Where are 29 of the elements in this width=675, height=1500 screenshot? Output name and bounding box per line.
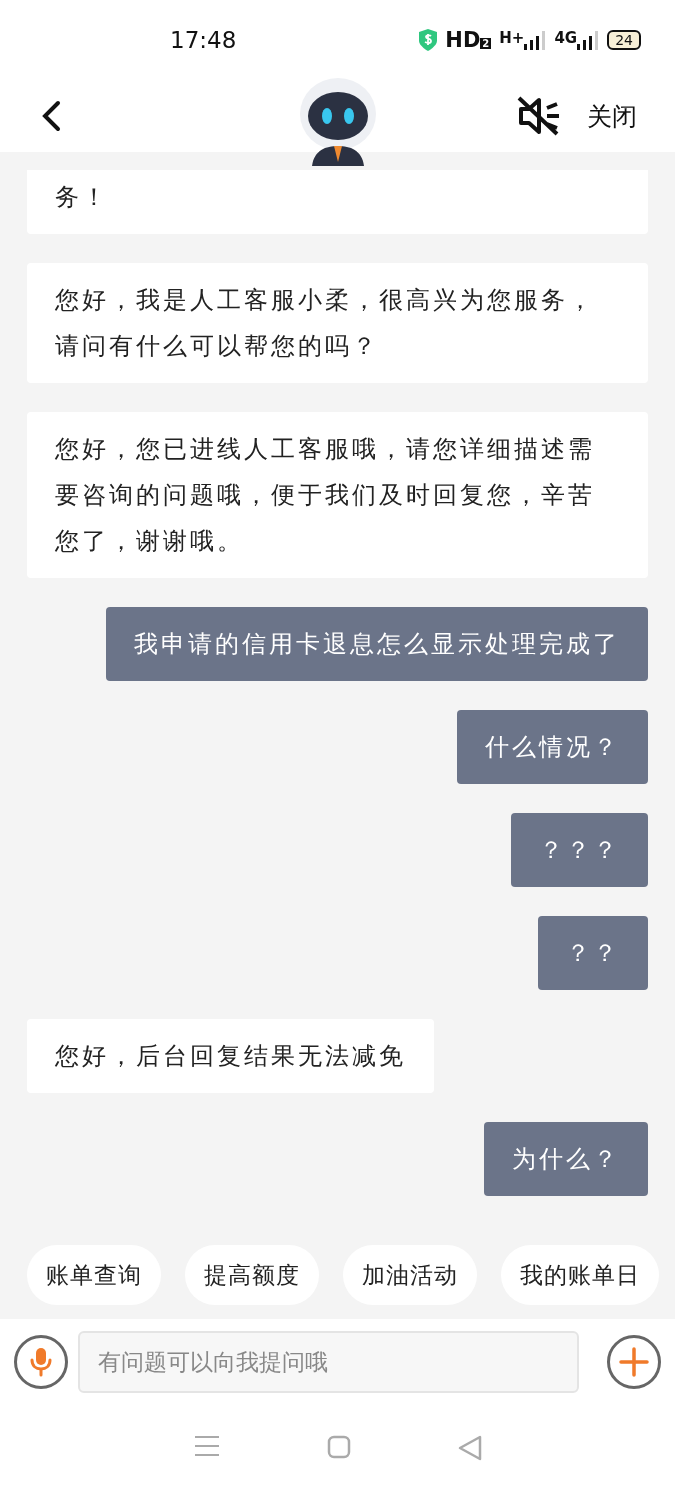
quick-reply-chip[interactable]: 账单查询 [27, 1245, 161, 1305]
message-input[interactable]: 有问题可以向我提问哦 [78, 1331, 579, 1393]
status-time: 17:48 [170, 27, 237, 53]
quick-reply-chip[interactable]: 我的账单日 [501, 1245, 659, 1305]
hd-indicator: HD 2 [445, 28, 492, 52]
battery-indicator: 24 [607, 30, 641, 50]
quick-reply-chip[interactable]: 加油活动 [343, 1245, 477, 1305]
back-icon[interactable] [40, 100, 62, 132]
speaker-muted-icon[interactable] [517, 96, 561, 136]
user-message: 为什么？ [484, 1122, 648, 1196]
agent-message: 您好，后台回复结果无法减免 [27, 1019, 434, 1093]
agent-message: 您好，我是人工客服小柔，很高兴为您服务，请问有什么可以帮您的吗？ [27, 263, 648, 383]
microphone-button[interactable] [14, 1335, 68, 1389]
shield-icon [419, 29, 438, 51]
agent-message: 您好，您已进线人工客服哦，请您详细描述需要咨询的问题哦，便于我们及时回复您，辛苦您了，谢谢哦。 [27, 412, 648, 578]
plus-icon [619, 1347, 649, 1377]
user-message: 什么情况？ [457, 710, 648, 784]
user-message: ？？？ [511, 813, 648, 887]
add-button[interactable] [607, 1335, 661, 1389]
signal-icon [524, 29, 547, 51]
network-label: 4G [554, 29, 578, 47]
signal-icon [577, 29, 600, 51]
agent-message: 务！ [27, 170, 648, 234]
quick-reply-chip[interactable]: 提高额度 [185, 1245, 319, 1305]
microphone-icon [29, 1347, 53, 1377]
user-message: 我申请的信用卡退息怎么显示处理完成了 [106, 607, 648, 681]
user-message: ？？ [538, 916, 648, 990]
close-button[interactable]: 关闭 [587, 99, 637, 133]
network-label: H+ [499, 29, 525, 47]
